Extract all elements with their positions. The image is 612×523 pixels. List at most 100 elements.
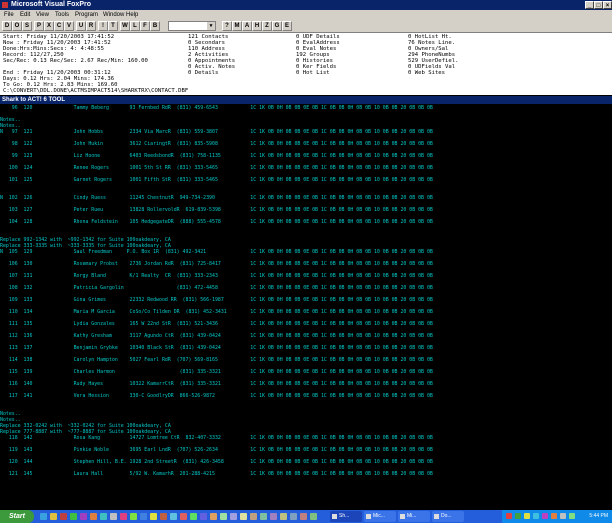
form-icon[interactable]: F [140,21,150,31]
undo-icon[interactable]: U [76,21,86,31]
count-hot-list: 0 Hot List [296,70,330,76]
view-icon[interactable]: Z [262,21,272,31]
new-icon[interactable]: D [2,21,12,31]
run-icon[interactable]: ! [98,21,108,31]
console-line: 99 123 Liz Hoone 6403 ReedsbondR (831) 7… [0,153,433,159]
taskbar-task-mi[interactable]: Mi... [398,511,430,522]
quicklaunch-icon-22[interactable] [270,513,277,520]
stat-rate: Sec/Rec: 0.13 Rec/Sec: 2.67 Rec/Min: 160… [3,58,148,64]
save-icon[interactable]: S [22,21,32,31]
tray-icon[interactable] [542,513,548,519]
console-line: 101 125 Garnet Rogers 1001 Fifth StR (83… [0,177,433,183]
close-button[interactable]: × [603,1,612,9]
help-icon[interactable]: E [282,21,292,31]
quicklaunch-icon-23[interactable] [280,513,287,520]
quicklaunch-icon-24[interactable] [290,513,297,520]
quicklaunch-icon-21[interactable] [260,513,267,520]
cut-icon[interactable]: X [44,21,54,31]
menu-help[interactable]: Help [126,12,138,18]
quicklaunch-icon-17[interactable] [220,513,227,520]
quicklaunch-icon-15[interactable] [200,513,207,520]
tool-heading: Shark to ACT! 6 TOOL [2,97,66,103]
console-line: 104 128 Rhona Feldstein 105 HedgegateDR … [0,219,433,225]
menu-view[interactable]: View [36,12,49,18]
menu-program[interactable]: Program [75,12,98,18]
quicklaunch-icon-16[interactable] [210,513,217,520]
quicklaunch-icon-8[interactable] [130,513,137,520]
minimize-button[interactable]: _ [585,1,594,9]
task-label: Do... [441,513,452,519]
quicklaunch-icon-5[interactable] [100,513,107,520]
maximize-button[interactable]: □ [594,1,603,9]
menu-tools[interactable]: Tools [55,12,69,18]
menu-window[interactable]: Window [103,12,124,18]
open-icon[interactable]: O [12,21,22,31]
modify-form-icon[interactable]: T [108,21,118,31]
start-button[interactable]: Start [0,510,34,523]
tray-icon[interactable] [551,513,557,519]
project-manager-icon[interactable]: ? [222,21,232,31]
quicklaunch-icon-2[interactable] [70,513,77,520]
title-bar: Microsoft Visual FoxPro _ □ × [0,0,612,10]
quicklaunch-icon-18[interactable] [230,513,237,520]
quicklaunch-icon-13[interactable] [180,513,187,520]
report-icon[interactable]: A [242,21,252,31]
console-line: 109 133 Gina Grimes 22332 Redwood RR (83… [0,297,433,303]
console-line: 98 122 John Hukin 3612 CiaringtR (831) 8… [0,141,433,147]
system-tray: 5:44 PM [502,510,612,523]
network-icon[interactable] [569,513,575,519]
taskbar-task-microsoft[interactable]: Mic... [364,511,396,522]
menu-file[interactable]: File [4,12,14,18]
copy-icon[interactable]: C [54,21,64,31]
console-line: 119 143 Pinkie Noble 3695 Earl LndR (707… [0,447,433,453]
task-icon [366,514,371,519]
command-window-icon[interactable]: L [130,21,140,31]
quicklaunch-icon-25[interactable] [300,513,307,520]
quicklaunch-icon-26[interactable] [310,513,317,520]
task-label: Sh... [339,513,350,519]
quicklaunch-icon-4[interactable] [90,513,97,520]
tray-icon[interactable] [515,513,521,519]
database-icon[interactable]: W [120,21,130,31]
quicklaunch-icon-9[interactable] [140,513,147,520]
wizard-icon[interactable]: G [272,21,282,31]
quicklaunch-icon-3[interactable] [80,513,87,520]
console-line: N 105 129 Saul Freedman P.O. Box 1R (831… [0,249,433,255]
tray-icon[interactable] [524,513,530,519]
database-combo[interactable]: ▼ [168,21,216,31]
quicklaunch-icon[interactable] [60,513,67,520]
console-line: 106 130 Rosemary Probst 2736 Jordan RdR … [0,261,433,267]
taskbar-task-do[interactable]: Do... [432,511,464,522]
task-label: Mic... [373,513,385,519]
quicklaunch-icon-19[interactable] [240,513,247,520]
count-details: 0 Details [188,70,219,76]
console-line: 107 131 Rorgy Bland K/1 Realty CR (831) … [0,273,433,279]
tray-icon[interactable] [533,513,539,519]
menu-edit[interactable]: Edit [20,12,30,18]
console-line: 103 127 Peter Rueu 13828 RollervoldR 619… [0,207,433,213]
chevron-down-icon[interactable]: ▼ [207,22,215,30]
print-icon[interactable]: P [34,21,44,31]
quicklaunch-icon-10[interactable] [150,513,157,520]
browse-icon[interactable]: B [150,21,160,31]
task-icon [332,514,337,519]
window-title: Microsoft Visual FoxPro [11,1,91,8]
taskbar-task-shark[interactable]: Sh... [330,511,362,522]
quicklaunch-icon-11[interactable] [160,513,167,520]
volume-icon[interactable] [560,513,566,519]
folder-icon[interactable] [50,513,57,520]
tray-icon[interactable] [506,513,512,519]
console-line: 96 120 Tammy Beberg 93 Fernbed RdR (831)… [0,105,433,111]
quicklaunch-icon-14[interactable] [190,513,197,520]
progress-stats-panel: Start: Friday 11/20/2003 17:41:52 Now : … [0,33,612,95]
quicklaunch-icon-6[interactable] [110,513,117,520]
class-browser-icon[interactable]: M [232,21,242,31]
taskbar: Start Sh... Mic... Mi... Do... 5:44 PM [0,510,612,523]
quicklaunch-icon-7[interactable] [120,513,127,520]
quicklaunch-icon-12[interactable] [170,513,177,520]
paste-icon[interactable]: V [64,21,74,31]
redo-icon[interactable]: R [86,21,96,31]
quicklaunch-icon-20[interactable] [250,513,257,520]
query-icon[interactable]: H [252,21,262,31]
ie-icon[interactable] [40,513,47,520]
